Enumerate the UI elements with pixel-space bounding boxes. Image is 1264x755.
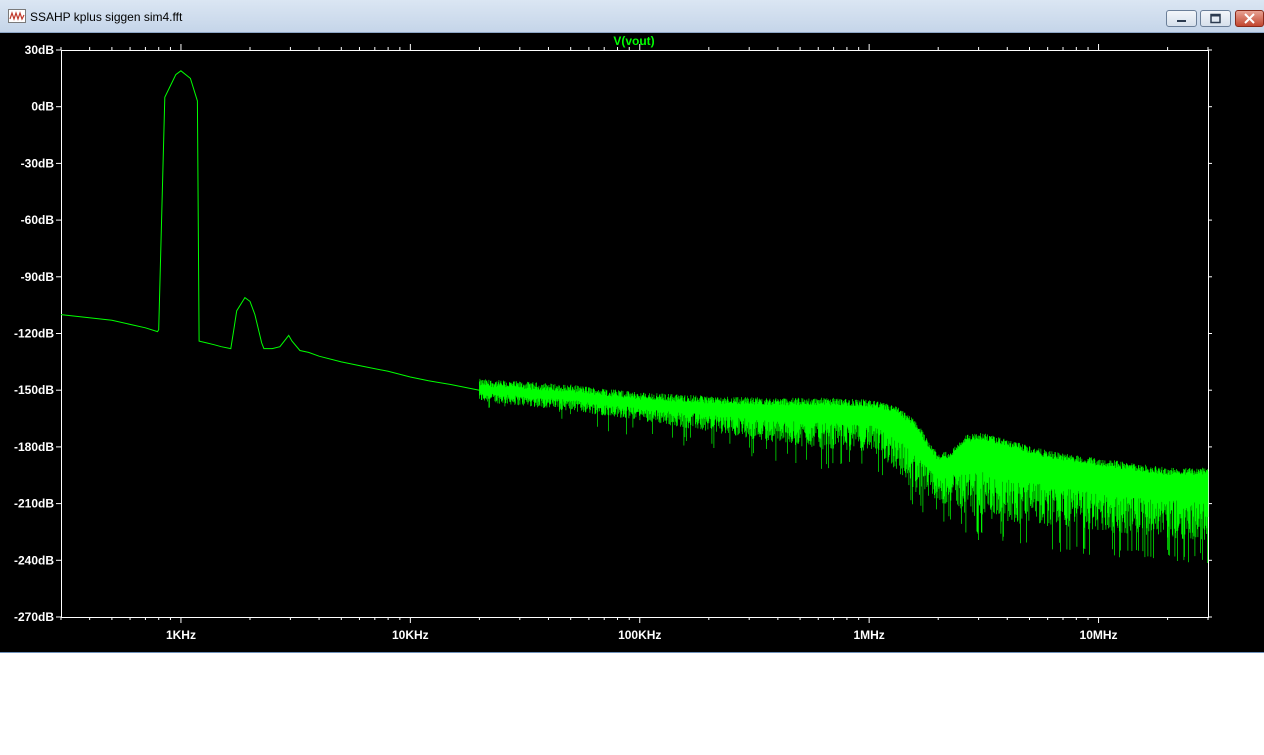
x-tick-label: 10KHz bbox=[392, 628, 429, 642]
y-tick-label: -30dB bbox=[21, 156, 55, 170]
close-icon bbox=[1244, 13, 1255, 24]
y-tick-label: -150dB bbox=[14, 383, 54, 397]
y-tick-label: -210dB bbox=[14, 497, 54, 511]
window-title: SSAHP kplus siggen sim4.fft bbox=[30, 10, 183, 24]
x-tick-label: 10MHz bbox=[1080, 628, 1118, 642]
noise-floor bbox=[479, 378, 1209, 563]
title-bar[interactable]: SSAHP kplus siggen sim4.fft bbox=[0, 0, 1264, 33]
y-tick-label: -120dB bbox=[14, 327, 54, 341]
maximize-icon bbox=[1210, 13, 1221, 24]
maximize-button[interactable] bbox=[1200, 10, 1231, 27]
y-tick-label: -180dB bbox=[14, 440, 54, 454]
minimize-button[interactable] bbox=[1166, 10, 1197, 27]
fft-chart[interactable]: V(vout) 30dB 0dB -30dB -60dB -90dB -120dB -150… bbox=[0, 33, 1264, 652]
y-tick-label: 30dB bbox=[25, 43, 55, 57]
y-tick-label: -90dB bbox=[21, 270, 55, 284]
y-tick-label: 0dB bbox=[31, 100, 54, 114]
x-axis: 1KHz 10KHz 100KHz 1MHz 10MHz bbox=[60, 44, 1209, 642]
waveform-viewer-window: SSAHP kplus siggen sim4.fft V(vout) 30dB… bbox=[0, 0, 1264, 653]
y-tick-label: -60dB bbox=[21, 213, 55, 227]
close-button[interactable] bbox=[1235, 10, 1264, 27]
minimize-icon bbox=[1177, 20, 1186, 22]
chart-title: V(vout) bbox=[613, 34, 654, 48]
y-tick-label: -270dB bbox=[14, 610, 54, 624]
x-tick-label: 1KHz bbox=[166, 628, 196, 642]
x-tick-label: 100KHz bbox=[618, 628, 661, 642]
x-tick-label: 1MHz bbox=[853, 628, 884, 642]
plot-area[interactable]: V(vout) 30dB 0dB -30dB -60dB -90dB -120dB -150… bbox=[0, 33, 1264, 652]
waveform-app-icon bbox=[8, 9, 26, 23]
y-tick-label: -240dB bbox=[14, 553, 54, 567]
series-line bbox=[60, 70, 480, 391]
y-axis: 30dB 0dB -30dB -60dB -90dB -120dB -150dB -180dB… bbox=[14, 43, 1212, 624]
noise-trace bbox=[479, 378, 1209, 563]
series-group bbox=[60, 70, 480, 391]
